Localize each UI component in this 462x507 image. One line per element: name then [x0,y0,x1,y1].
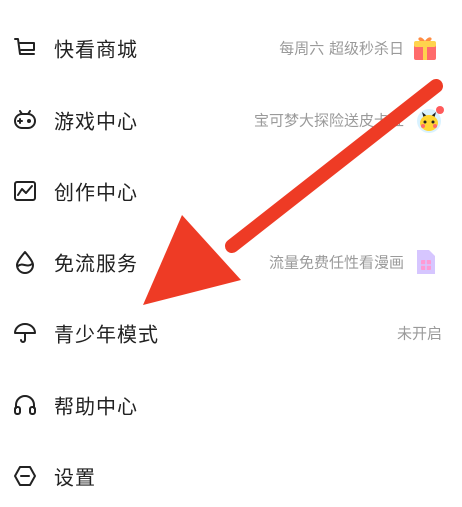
menu-item-help-center[interactable]: 帮助中心 [0,375,462,435]
menu-item-game-center[interactable]: 游戏中心 宝可梦大探险送皮卡丘 [0,90,462,150]
menu-item-label: 免流服务 [54,251,138,276]
menu-item-label: 快看商城 [54,37,138,62]
settings-hexagon-icon [12,463,38,489]
menu-item-label: 帮助中心 [54,394,138,419]
sim-card-icon [410,247,440,277]
gift-box-icon [410,33,440,63]
gamepad-icon [12,107,38,133]
red-dot-badge [436,106,444,114]
water-drop-icon [12,249,38,275]
menu-item-free-data[interactable]: 免流服务 流量免费任性看漫画 [0,232,462,292]
menu-item-label: 设置 [54,465,96,490]
umbrella-icon [12,320,38,346]
menu-item-creator-center[interactable]: 创作中心 [0,161,462,221]
menu-item-teen-mode[interactable]: 青少年模式 未开启 [0,303,462,363]
menu-item-subtitle: 每周六 超级秒杀日 [279,39,404,58]
pikachu-avatar-icon [414,105,444,135]
shopping-cart-icon [12,35,38,61]
headphones-icon [12,392,38,418]
menu-item-settings[interactable]: 设置 [0,446,462,506]
menu-item-label: 创作中心 [54,180,138,205]
teen-mode-status: 未开启 [396,324,442,343]
menu-item-label: 青少年模式 [54,322,159,347]
menu-item-subtitle: 流量免费任性看漫画 [268,253,404,272]
menu-item-subtitle: 宝可梦大探险送皮卡丘 [253,111,404,130]
menu-item-label: 游戏中心 [54,109,138,134]
chart-frame-icon [12,178,38,204]
menu-item-mall[interactable]: 快看商城 每周六 超级秒杀日 [0,18,462,78]
